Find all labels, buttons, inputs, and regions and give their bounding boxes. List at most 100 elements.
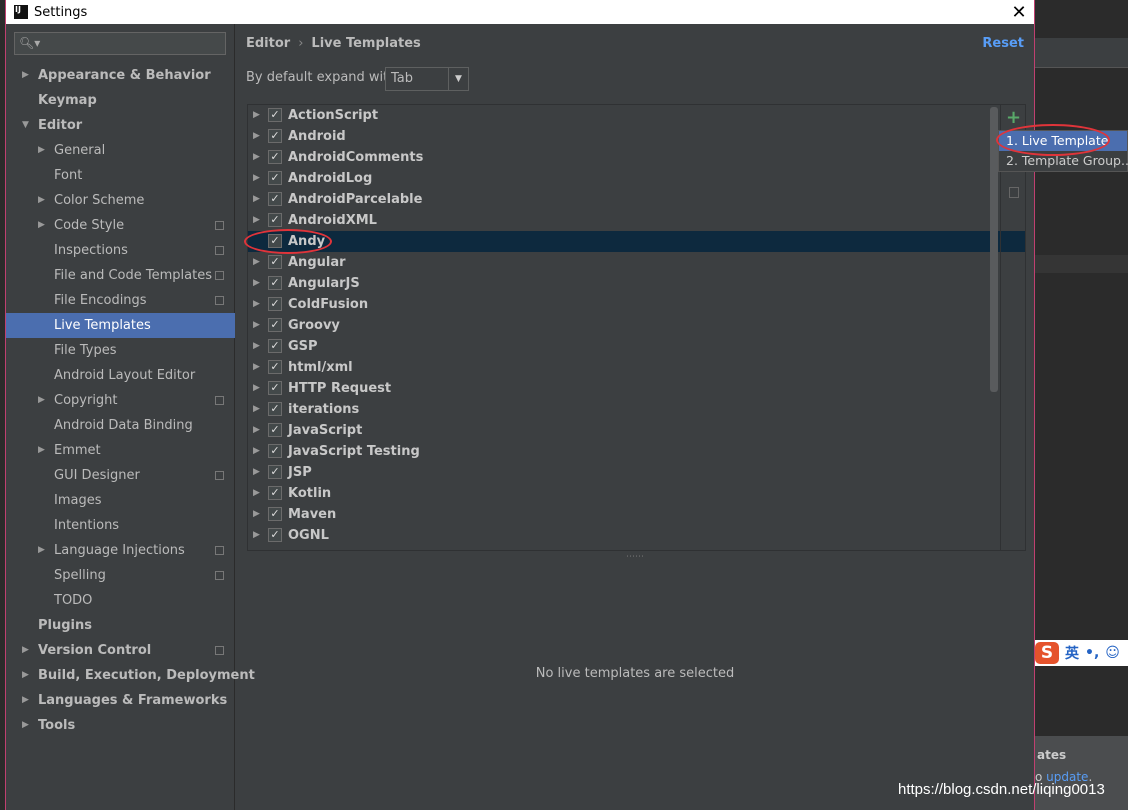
chevron-right-icon[interactable]: ▶	[253, 189, 260, 210]
sidebar-item[interactable]: ▶ Emmet	[6, 438, 235, 463]
sidebar-item[interactable]: ▶ Color Scheme	[6, 188, 235, 213]
chevron-right-icon[interactable]: ▶	[22, 638, 29, 663]
add-icon[interactable]: +	[1001, 107, 1025, 128]
chevron-right-icon[interactable]: ▶	[253, 168, 260, 189]
chevron-right-icon[interactable]: ▶	[22, 713, 29, 738]
chevron-right-icon[interactable]: ▶	[253, 252, 260, 273]
sidebar-item[interactable]: ▶ Version Control	[6, 638, 235, 663]
chevron-right-icon[interactable]: ▶	[38, 213, 45, 238]
chevron-right-icon[interactable]: ▶	[253, 105, 260, 126]
sidebar-item[interactable]: ▶ Copyright	[6, 388, 235, 413]
template-checkbox[interactable]: ✓	[268, 339, 282, 353]
template-checkbox[interactable]: ✓	[268, 402, 282, 416]
close-button[interactable]: ✕	[1004, 2, 1034, 23]
chevron-right-icon[interactable]: ▶	[253, 378, 260, 399]
sidebar-item[interactable]: Plugins	[6, 613, 235, 638]
expand-with-select[interactable]: Tab ▼	[385, 67, 469, 91]
search-input[interactable]: 🔍︎▾	[14, 32, 226, 55]
template-group-row[interactable]: ▶ ✓ Kotlin	[248, 483, 1025, 504]
chevron-right-icon[interactable]: ▶	[253, 294, 260, 315]
chevron-right-icon[interactable]: ▶	[253, 210, 260, 231]
template-group-row[interactable]: ▶ ✓ Angular	[248, 252, 1025, 273]
chevron-right-icon[interactable]: ▶	[253, 357, 260, 378]
sidebar-item[interactable]: Images	[6, 488, 235, 513]
template-checkbox[interactable]: ✓	[268, 381, 282, 395]
chevron-right-icon[interactable]: ▶	[253, 315, 260, 336]
chevron-right-icon[interactable]: ▶	[38, 388, 45, 413]
chevron-down-icon[interactable]: ▼	[448, 68, 468, 90]
sidebar-item[interactable]: Keymap	[6, 88, 235, 113]
ime-punct[interactable]: •,	[1085, 645, 1099, 661]
sidebar-item[interactable]: ▶ Appearance & Behavior	[6, 63, 235, 88]
chevron-right-icon[interactable]: ▶	[253, 525, 260, 546]
chevron-right-icon[interactable]: ▶	[253, 504, 260, 525]
template-checkbox[interactable]: ✓	[268, 444, 282, 458]
sidebar-item[interactable]: ▶ Code Style	[6, 213, 235, 238]
chevron-right-icon[interactable]: ▶	[22, 688, 29, 713]
sidebar-item[interactable]: Font	[6, 163, 235, 188]
chevron-right-icon[interactable]: ▶	[253, 273, 260, 294]
sidebar-item[interactable]: ▶ Build, Execution, Deployment	[6, 663, 255, 688]
template-group-row[interactable]: ▶ ✓ Android	[248, 126, 1025, 147]
template-group-row[interactable]: ▶ ✓ AndroidComments	[248, 147, 1025, 168]
template-checkbox[interactable]: ✓	[268, 150, 282, 164]
sidebar-item[interactable]: File and Code Templates	[6, 263, 235, 288]
template-checkbox[interactable]: ✓	[268, 507, 282, 521]
sidebar-item[interactable]: GUI Designer	[6, 463, 235, 488]
sidebar-item[interactable]: ▶ Languages & Frameworks	[6, 688, 235, 713]
chevron-right-icon[interactable]: ▶	[22, 63, 29, 88]
chevron-right-icon[interactable]: ▶	[253, 441, 260, 462]
template-checkbox[interactable]: ✓	[268, 360, 282, 374]
sidebar-item[interactable]: Android Data Binding	[6, 413, 235, 438]
template-checkbox[interactable]: ✓	[268, 528, 282, 542]
sidebar-item[interactable]: ▶ Language Injections	[6, 538, 235, 563]
chevron-right-icon[interactable]: ▶	[253, 462, 260, 483]
template-group-row[interactable]: ▶ ✓ iterations	[248, 399, 1025, 420]
sidebar-item[interactable]: ▶ General	[6, 138, 235, 163]
template-group-row[interactable]: ▶ ✓ AngularJS	[248, 273, 1025, 294]
template-group-row[interactable]: ▶ ✓ HTTP Request	[248, 378, 1025, 399]
template-group-row[interactable]: ▶ ✓ AndroidXML	[248, 210, 1025, 231]
ime-language[interactable]: 英	[1065, 643, 1079, 663]
sidebar-item[interactable]: TODO	[6, 588, 235, 613]
template-group-row[interactable]: ▶ ✓ JSP	[248, 462, 1025, 483]
template-checkbox[interactable]: ✓	[268, 108, 282, 122]
sidebar-item[interactable]: ▶ Tools	[6, 713, 235, 738]
template-group-row[interactable]: ▶ ✓ ColdFusion	[248, 294, 1025, 315]
ime-toolbar[interactable]: S 英 •, ☺	[1033, 640, 1128, 666]
template-group-row[interactable]: ▶ ✓ html/xml	[248, 357, 1025, 378]
template-checkbox[interactable]: ✓	[268, 465, 282, 479]
sogou-logo-icon[interactable]: S	[1035, 642, 1059, 664]
ime-emoji-icon[interactable]: ☺	[1105, 645, 1120, 661]
template-group-row[interactable]: ▶ ✓ Groovy	[248, 315, 1025, 336]
sidebar-item[interactable]: Live Templates	[6, 313, 235, 338]
template-checkbox[interactable]: ✓	[268, 297, 282, 311]
template-group-row[interactable]: ▶ ✓ ActionScript	[248, 105, 1025, 126]
sidebar-item[interactable]: File Encodings	[6, 288, 235, 313]
template-checkbox[interactable]: ✓	[268, 171, 282, 185]
template-group-row[interactable]: ▶ ✓ AndroidParcelable	[248, 189, 1025, 210]
template-checkbox[interactable]: ✓	[268, 255, 282, 269]
chevron-down-icon[interactable]: ▼	[22, 113, 29, 138]
template-group-row[interactable]: ▶ ✓ OGNL	[248, 525, 1025, 546]
template-checkbox[interactable]: ✓	[268, 213, 282, 227]
chevron-right-icon[interactable]: ▶	[22, 663, 29, 688]
chevron-right-icon[interactable]: ▶	[38, 438, 45, 463]
copy-icon[interactable]	[1009, 187, 1019, 198]
sidebar-item[interactable]: File Types	[6, 338, 235, 363]
vertical-scrollbar[interactable]	[990, 107, 998, 392]
template-checkbox[interactable]: ✓	[268, 192, 282, 206]
breadcrumb-editor[interactable]: Editor	[246, 36, 290, 51]
sidebar-item[interactable]: Spelling	[6, 563, 235, 588]
sidebar-item[interactable]: Inspections	[6, 238, 235, 263]
template-checkbox[interactable]: ✓	[268, 276, 282, 290]
template-group-row[interactable]: ✓ Andy	[248, 231, 1025, 252]
chevron-right-icon[interactable]: ▶	[253, 147, 260, 168]
splitter-handle[interactable]: ⋯⋯	[626, 552, 644, 562]
chevron-right-icon[interactable]: ▶	[253, 126, 260, 147]
reset-link[interactable]: Reset	[982, 36, 1024, 51]
template-group-row[interactable]: ▶ ✓ GSP	[248, 336, 1025, 357]
chevron-right-icon[interactable]: ▶	[38, 138, 45, 163]
chevron-right-icon[interactable]: ▶	[253, 399, 260, 420]
template-checkbox[interactable]: ✓	[268, 129, 282, 143]
